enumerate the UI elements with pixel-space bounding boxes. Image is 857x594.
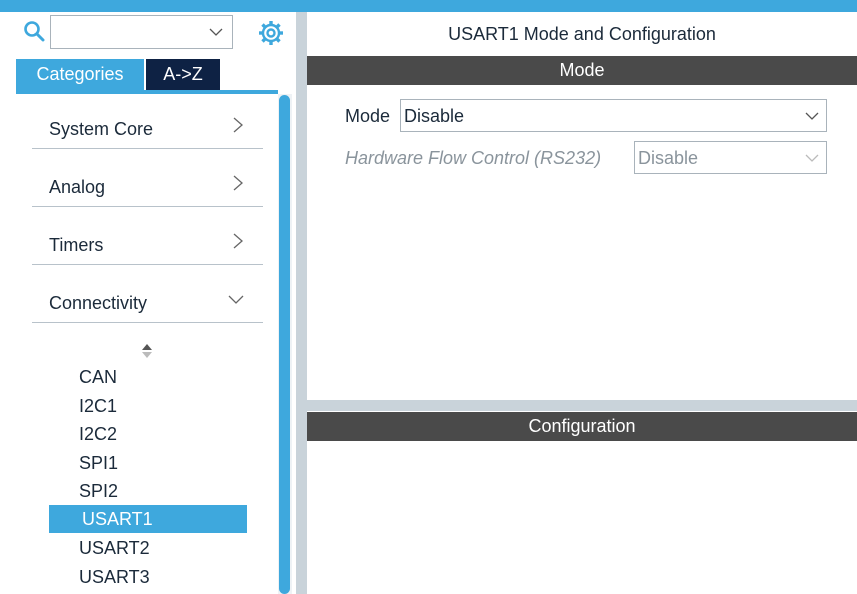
peripheral-item-spi1[interactable]: SPI1	[49, 449, 247, 477]
peripheral-label: USART2	[79, 538, 150, 558]
chevron-down-icon	[228, 295, 244, 304]
mode-section-header: Mode	[307, 56, 857, 85]
peripheral-label: USART3	[79, 567, 150, 587]
panel-splitter[interactable]	[296, 12, 307, 594]
configuration-section-header: Configuration	[307, 412, 857, 441]
chevron-down-icon[interactable]	[804, 108, 820, 124]
category-label: System Core	[49, 119, 154, 139]
mode-select-value: Disable	[404, 106, 465, 126]
hardware-flow-control-label: Hardware Flow Control (RS232)	[345, 148, 602, 168]
peripheral-label: CAN	[79, 367, 118, 387]
peripheral-item-can[interactable]: CAN	[49, 363, 247, 391]
mode-label: Mode	[345, 106, 391, 126]
peripheral-label: USART1	[82, 509, 153, 529]
category-connectivity[interactable]: Connectivity	[32, 264, 263, 323]
peripheral-item-usart2[interactable]: USART2	[49, 534, 247, 562]
category-label: Timers	[49, 235, 104, 255]
peripheral-label: I2C2	[79, 424, 118, 444]
tab-a-to-z[interactable]: A->Z	[146, 59, 220, 90]
page-title: USART1 Mode and Configuration	[448, 24, 716, 44]
tab-categories[interactable]: Categories	[16, 59, 144, 90]
category-system-core[interactable]: System Core	[32, 90, 263, 149]
peripheral-item-i2c2[interactable]: I2C2	[49, 420, 247, 448]
peripheral-item-usart1[interactable]: USART1	[49, 505, 247, 533]
gear-icon[interactable]	[257, 19, 285, 47]
peripheral-item-usart3[interactable]: USART3	[49, 563, 247, 591]
chevron-down-icon[interactable]	[208, 24, 224, 40]
chevron-down-icon[interactable]	[804, 150, 820, 166]
category-label: Analog	[49, 177, 106, 197]
category-label: Connectivity	[49, 293, 148, 313]
search-input[interactable]	[50, 15, 233, 49]
mode-select[interactable]: Disable	[400, 99, 827, 132]
hardware-flow-control-value: Disable	[638, 148, 699, 168]
chevron-right-icon	[233, 175, 243, 191]
sidebar-scrollbar-thumb[interactable]	[279, 95, 290, 594]
category-analog[interactable]: Analog	[32, 148, 263, 207]
peripheral-label: SPI2	[79, 481, 119, 501]
sort-arrows-icon[interactable]	[141, 343, 153, 359]
hardware-flow-control-select[interactable]: Disable	[634, 141, 827, 174]
chevron-right-icon	[233, 117, 243, 133]
top-accent-bar	[0, 0, 857, 12]
peripheral-label: SPI1	[79, 453, 119, 473]
search-icon[interactable]	[23, 20, 45, 42]
chevron-right-icon	[233, 233, 243, 249]
category-timers[interactable]: Timers	[32, 206, 263, 265]
section-splitter[interactable]	[307, 400, 857, 411]
peripheral-label: I2C1	[79, 396, 118, 416]
peripheral-item-i2c1[interactable]: I2C1	[49, 392, 247, 420]
peripheral-item-spi2[interactable]: SPI2	[49, 477, 247, 505]
